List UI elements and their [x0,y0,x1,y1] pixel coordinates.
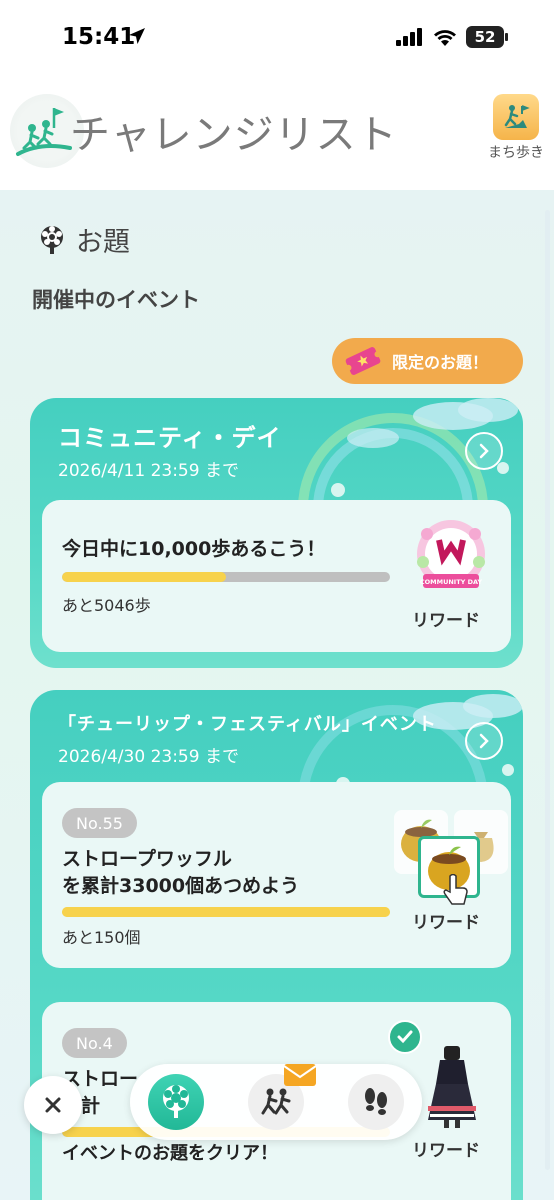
events-heading: 開催中のイベント [32,288,200,312]
walking-people-icon [261,1088,291,1115]
flower-pin-icon [163,1085,189,1118]
close-icon [45,1097,61,1113]
event-name: 「チューリップ・フェスティバル」イベント [58,714,437,735]
nav-steps[interactable] [348,1074,404,1130]
task-title: 今日中に10,000歩あるこう！ [62,538,326,560]
completed-check-icon [388,1020,422,1054]
task-number-badge: No.4 [62,1028,127,1058]
community-day-badge-icon: COMMUNITY DAY [417,520,485,588]
task-card[interactable]: No.55 ストロープワッフル を累計33000個あつめよう あと150個 リワ… [42,782,511,968]
machi-aruki-icon [493,94,539,140]
event-deadline: 2026/4/11 23:59 まで [58,461,239,481]
reward-label: リワード [412,611,480,631]
limited-challenges-label: 限定のお題！ [392,353,489,372]
task-subtitle: イベントのお題をクリア！ [62,1143,278,1164]
section-title: お題 [76,227,130,258]
task-card[interactable]: 今日中に10,000歩あるこう！ あと5046歩 COMMUNITY DAY リ… [42,500,511,652]
tap-hand-icon [443,874,468,905]
task-number-badge: No.55 [62,808,137,838]
app-header: チャレンジリスト まち歩き [0,72,554,190]
event-name: コミュニティ・デイ [58,424,282,452]
page-title: チャレンジリスト [70,112,398,158]
event-card-community-day[interactable]: コミュニティ・デイ 2026/4/11 23:59 まで 今日中に10,000歩… [30,398,523,668]
status-indicators: 52 [396,26,508,48]
limited-challenges-button[interactable]: 限定のお題！ [332,338,523,384]
task-title-line2: を累計33000個あつめよう [62,875,300,897]
task-progress-bar [62,907,390,917]
nav-challenges[interactable] [148,1074,204,1130]
event-deadline: 2026/4/30 23:59 まで [58,747,239,767]
event-detail-button[interactable] [465,722,503,760]
content-area[interactable]: お題 開催中のイベント 限定のお題！ コミュニティ・デイ 2026/4/11 2… [0,190,554,1200]
task-title-line1: ストロープワッフル [62,848,232,870]
reward-label: リワード [412,913,480,933]
event-detail-button[interactable] [465,432,503,470]
wifi-icon [434,30,456,46]
flower-pin-icon [41,225,63,254]
location-icon [129,28,145,44]
ticket-icon [345,347,381,375]
task-progress-bar [62,572,390,582]
reward-label: リワード [412,1141,480,1161]
task-remaining: あと5046歩 [62,596,151,615]
machi-aruki-button[interactable]: まち歩き [488,94,544,161]
signal-icon [396,28,422,46]
dress-reward-icon [428,1046,476,1128]
battery-indicator: 52 [466,26,508,48]
chevron-right-icon [479,443,489,459]
task-progress-fill [62,572,226,582]
task-progress-fill [62,907,390,917]
task-remaining: あと150個 [62,928,141,947]
scrollbar[interactable] [545,210,550,1170]
machi-aruki-label: まち歩き [488,145,544,161]
community-day-badge-text: COMMUNITY DAY [420,578,483,586]
mail-notification-icon [283,1064,317,1086]
status-time: 15:41 [62,24,136,50]
bottom-nav [130,1064,422,1140]
section-header: お題 [38,220,130,259]
footprints-icon [365,1088,387,1115]
status-bar: 15:41 52 [0,0,554,72]
chevron-right-icon [479,733,489,749]
close-button[interactable] [24,1076,82,1134]
